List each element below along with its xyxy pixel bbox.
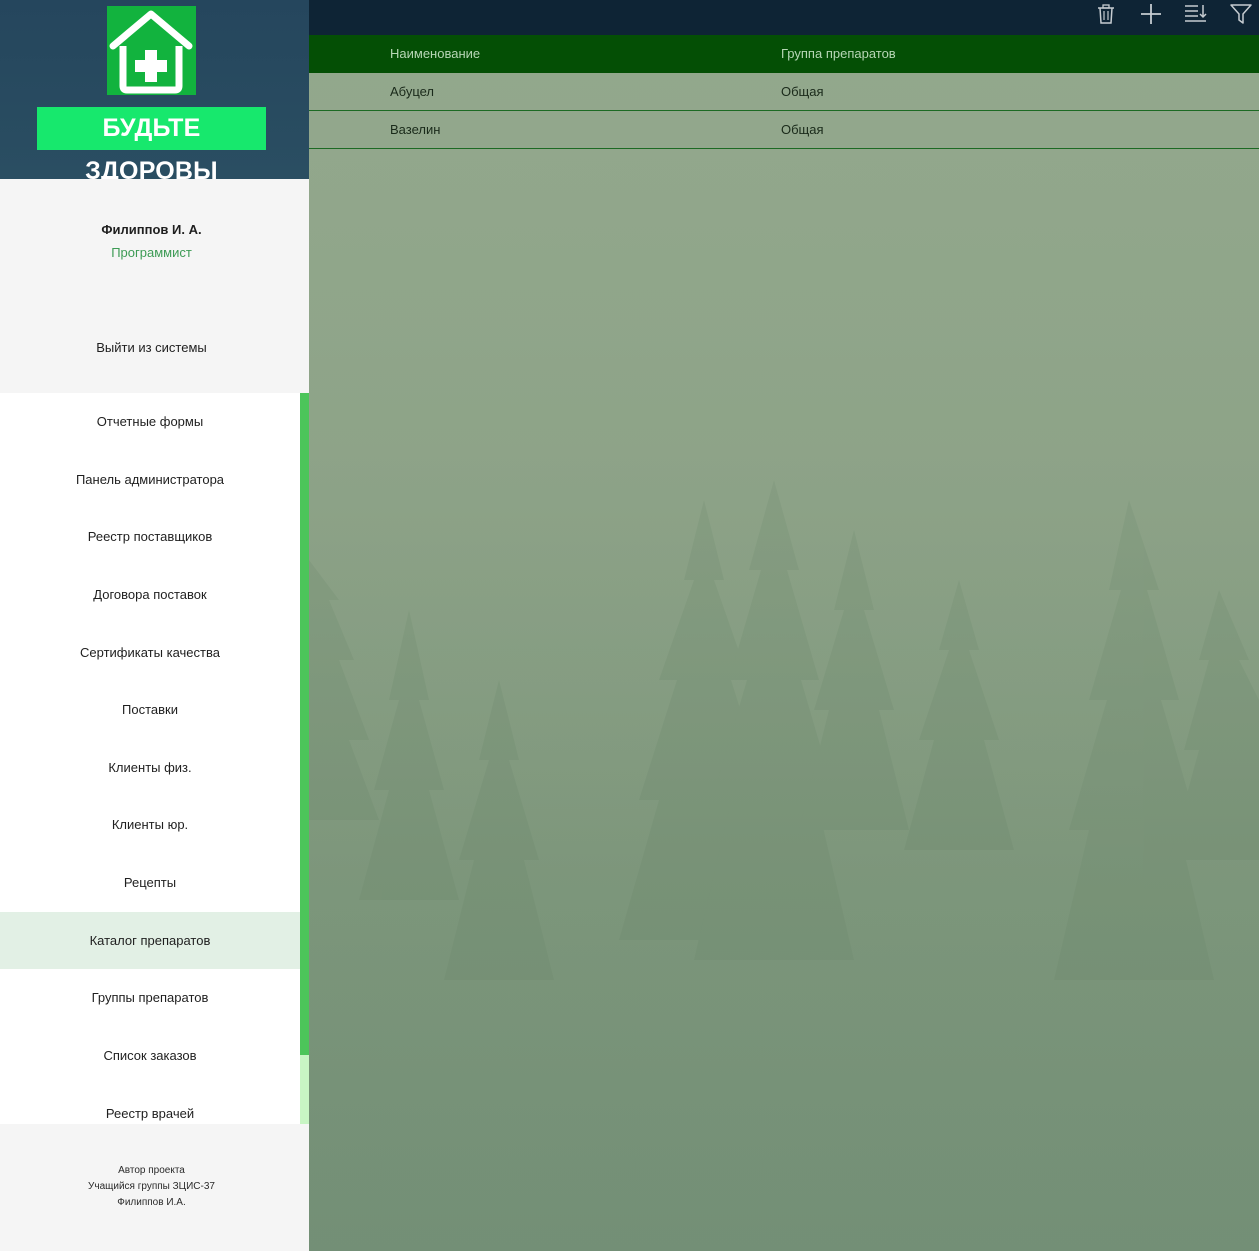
- cell-group: Общая: [781, 84, 824, 99]
- sidebar-item-prescriptions[interactable]: Рецепты: [0, 854, 300, 911]
- sidebar-item-quality-certificates[interactable]: Сертификаты качества: [0, 624, 300, 681]
- table-row[interactable]: Вазелин Общая: [309, 111, 1259, 149]
- footer-author-label: Автор проекта: [118, 1165, 185, 1176]
- sidebar-footer: Автор проекта Учащийся группы ЗЦИС-37 Фи…: [0, 1124, 309, 1251]
- sidebar-scrollbar-thumb[interactable]: [300, 393, 309, 1055]
- sidebar-item-clients-individual[interactable]: Клиенты физ.: [0, 739, 300, 796]
- table-row[interactable]: Абуцел Общая: [309, 73, 1259, 111]
- sidebar-nav: Отчетные формы Панель администратора Рее…: [0, 393, 309, 1124]
- column-header-name[interactable]: Наименование: [390, 35, 480, 73]
- forest-background-image: [309, 0, 1259, 1251]
- user-profile: Филиппов И. А. Программист Выйти из сист…: [0, 179, 309, 393]
- sidebar-item-doctors[interactable]: Реестр врачей: [0, 1085, 300, 1124]
- sidebar-item-drug-groups[interactable]: Группы препаратов: [0, 969, 300, 1026]
- sidebar-item-suppliers[interactable]: Реестр поставщиков: [0, 508, 300, 565]
- brand-name: БУДЬТЕ ЗДОРОВЫ: [37, 107, 266, 185]
- plus-icon[interactable]: [1136, 0, 1166, 28]
- brand-header: БУДЬТЕ ЗДОРОВЫ: [0, 0, 309, 185]
- cell-name: Вазелин: [390, 122, 441, 137]
- sidebar-item-orders[interactable]: Список заказов: [0, 1027, 300, 1084]
- filter-icon[interactable]: [1226, 0, 1256, 28]
- house-medical-cross-icon: [107, 6, 196, 95]
- sidebar-item-admin-panel[interactable]: Панель администратора: [0, 451, 300, 508]
- footer-author-name: Филиппов И.А.: [117, 1197, 186, 1208]
- cell-group: Общая: [781, 122, 824, 137]
- main-content: Наименование Группа препаратов Абуцел Об…: [309, 0, 1259, 1251]
- logout-button[interactable]: Выйти из системы: [0, 340, 303, 360]
- cell-name: Абуцел: [390, 84, 435, 99]
- user-role: Программист: [111, 245, 192, 260]
- trash-icon[interactable]: [1091, 0, 1121, 28]
- table-header: Наименование Группа препаратов: [309, 35, 1259, 73]
- toolbar: [309, 0, 1259, 35]
- sidebar-item-supply-contracts[interactable]: Договора поставок: [0, 566, 300, 623]
- sidebar-item-report-forms[interactable]: Отчетные формы: [0, 393, 300, 450]
- user-name: Филиппов И. А.: [101, 222, 202, 237]
- sort-icon[interactable]: [1181, 0, 1211, 28]
- sidebar-item-drug-catalog[interactable]: Каталог препаратов: [0, 912, 300, 969]
- footer-group: Учащийся группы ЗЦИС-37: [88, 1181, 215, 1192]
- sidebar: БУДЬТЕ ЗДОРОВЫ Филиппов И. А. Программис…: [0, 0, 309, 1251]
- column-header-group[interactable]: Группа препаратов: [781, 35, 896, 73]
- sidebar-item-deliveries[interactable]: Поставки: [0, 681, 300, 738]
- sidebar-item-clients-legal[interactable]: Клиенты юр.: [0, 796, 300, 853]
